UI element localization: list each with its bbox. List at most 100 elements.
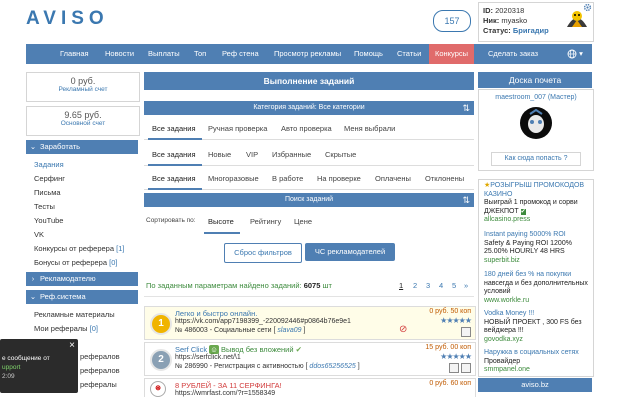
nav-item-help[interactable]: Помощь: [354, 44, 383, 64]
tab-all-tasks-kind[interactable]: Все задания: [152, 150, 196, 159]
tab-hidden[interactable]: Скрытые: [325, 150, 356, 159]
main-balance-value: 9.65 руб.: [64, 110, 102, 120]
sidebar-item-youtube[interactable]: YouTube: [34, 216, 63, 225]
task-info-icon[interactable]: [449, 363, 459, 373]
found-prefix: По заданным параметрам найдено заданий:: [146, 281, 302, 290]
task-row[interactable]: ⊛ 8 РУБЛЕЙ - ЗА 11 СЕРФИНГА! https://wmr…: [144, 378, 476, 397]
page-5[interactable]: 5: [452, 281, 456, 290]
user-info-box: ID: 2020318 Ник: myasko Статус: Бригадир: [478, 2, 594, 42]
tab-paid[interactable]: Оплачены: [375, 174, 411, 183]
tab-on-review[interactable]: На проверке: [317, 174, 361, 183]
tab-rejected[interactable]: Отклонены: [425, 174, 464, 183]
sidebar-item-my-referrals[interactable]: Мои рефералы [0]: [34, 324, 98, 333]
task-title[interactable]: Serf Click ☺ Вывод без вложений ✔: [175, 345, 302, 354]
ad-body: НОВЫЙ ПРОЕКТ , 300 FS без вейджера !!!: [484, 318, 582, 335]
nav-item-contests[interactable]: Конкурсы: [429, 44, 475, 64]
ad-title[interactable]: Instant paying 5000% ROI: [484, 231, 566, 238]
sort-by-price[interactable]: Цене: [294, 217, 312, 226]
tab-manual-check[interactable]: Ручная проверка: [208, 124, 267, 133]
sidebar-item-referrals-a[interactable]: рефералов: [80, 352, 120, 361]
ad-title[interactable]: 180 дней без % на покупки: [484, 271, 571, 278]
tab-vip[interactable]: VIP: [246, 150, 258, 159]
language-globe-icon[interactable]: ▾: [567, 44, 583, 64]
sidebar-item-surfing[interactable]: Серфинг: [34, 174, 65, 183]
sidebar-section-advertiser-label: Рекламодателю: [40, 274, 96, 283]
sidebar-section-ref-system[interactable]: ⌄ Реф.система: [26, 290, 138, 304]
sidebar-section-advertiser[interactable]: › Рекламодателю: [26, 272, 138, 286]
task-title[interactable]: 8 РУБЛЕЙ - ЗА 11 СЕРФИНГА!: [175, 381, 282, 390]
how-to-get-here-link[interactable]: Как сюда попасть ?: [491, 152, 581, 166]
sort-by-height[interactable]: Высоте: [208, 217, 234, 226]
sidebar-item-referrer-bonuses[interactable]: Бонусы от реферера [0]: [34, 258, 117, 267]
tab-in-progress[interactable]: В работе: [272, 174, 303, 183]
sort-toggle-icon[interactable]: ⇅: [462, 193, 470, 207]
referrer-contests-count: [1]: [116, 244, 125, 253]
task-hide-icon[interactable]: [461, 363, 471, 373]
ad-site[interactable]: www.workle.ru: [484, 297, 529, 304]
ad-block[interactable]: ★РОЗЫГРЫШ ПРОМОКОДОВ КАЗИНО Выиграй 1 пр…: [484, 182, 590, 225]
task-info-icon[interactable]: [461, 327, 471, 337]
search-tasks-bar[interactable]: Поиск заданий ⇅: [144, 193, 474, 207]
sidebar-item-tasks[interactable]: Задания: [34, 160, 64, 169]
site-logo[interactable]: AVISO: [26, 8, 109, 30]
tab-reusable[interactable]: Многоразовые: [208, 174, 259, 183]
nav-item-make-order[interactable]: Сделать заказ: [488, 44, 538, 64]
nav-item-top[interactable]: Топ: [194, 44, 206, 64]
task-row[interactable]: 1 Легко и быстро онлайн. https://vk.com/…: [144, 306, 476, 340]
honor-user-avatar[interactable]: [519, 106, 553, 140]
blocked-icon[interactable]: ⊘: [399, 324, 407, 335]
balance-badge-button[interactable]: 157: [433, 10, 471, 32]
nav-item-payouts[interactable]: Выплаты: [148, 44, 180, 64]
task-rank-badge: 2: [150, 349, 172, 371]
ad-site[interactable]: govodka.xyz: [484, 336, 523, 343]
task-author[interactable]: slava09: [277, 327, 301, 334]
page-next[interactable]: »: [464, 281, 468, 290]
sort-toggle-icon[interactable]: ⇅: [462, 101, 470, 115]
tab-all-tasks-check[interactable]: Все задания: [152, 124, 196, 133]
tab-favorites[interactable]: Избранные: [272, 150, 311, 159]
message-toast[interactable]: е сообщение от upport 2:09 ×: [0, 339, 78, 393]
page-2[interactable]: 2: [413, 281, 417, 290]
task-author[interactable]: ddos65256525: [309, 363, 355, 370]
page-1[interactable]: 1: [399, 281, 403, 290]
sidebar-item-tests[interactable]: Тесты: [34, 202, 55, 211]
task-title[interactable]: Легко и быстро онлайн.: [175, 309, 257, 318]
ad-site[interactable]: allcasino.press: [484, 216, 530, 223]
ad-site[interactable]: superbit.biz: [484, 257, 520, 264]
sidebar-item-referrals-c[interactable]: рефералы: [80, 380, 117, 389]
sidebar-section-ref-system-label: Реф.система: [40, 292, 86, 301]
ad-title[interactable]: РОЗЫГРЫШ ПРОМОКОДОВ КАЗИНО: [484, 182, 584, 198]
ad-block[interactable]: Instant paying 5000% ROI Safety & Paying…: [484, 231, 590, 265]
ad-block[interactable]: 180 дней без % на покупки навсегда и без…: [484, 271, 590, 305]
sidebar-item-letters[interactable]: Письма: [34, 188, 61, 197]
tab-all-tasks-status[interactable]: Все задания: [152, 174, 196, 183]
tab-chosen-me[interactable]: Меня выбрали: [344, 124, 395, 133]
settings-gear-icon[interactable]: [583, 3, 592, 12]
nav-item-view-ads[interactable]: Просмотр рекламы: [274, 44, 341, 64]
sidebar-section-earn[interactable]: ⌄ Заработать: [26, 140, 138, 154]
ad-site[interactable]: smmpanel.one: [484, 366, 530, 373]
nav-item-articles[interactable]: Статьи: [397, 44, 421, 64]
ad-title[interactable]: Vodka Money !!!: [484, 310, 534, 317]
tab-new[interactable]: Новые: [208, 150, 231, 159]
reset-filters-button[interactable]: Сброс фильтров: [224, 243, 302, 263]
tab-auto-check[interactable]: Авто проверка: [281, 124, 332, 133]
advertiser-blacklist-button[interactable]: ЧС рекламодателей: [305, 243, 395, 261]
ad-block[interactable]: Наружка в социальных сетях Провайдер smm…: [484, 349, 590, 375]
category-filter-bar[interactable]: Категория заданий: Все категории ⇅: [144, 101, 474, 115]
page-3[interactable]: 3: [426, 281, 430, 290]
sidebar-item-referrer-contests[interactable]: Конкурсы от реферера [1]: [34, 244, 124, 253]
nav-item-ref-wall[interactable]: Реф стена: [222, 44, 259, 64]
page-4[interactable]: 4: [439, 281, 443, 290]
sidebar-item-vk[interactable]: VK: [34, 230, 44, 239]
nav-item-news[interactable]: Новости: [105, 44, 134, 64]
sidebar-item-referrals-b[interactable]: рефералов: [80, 366, 120, 375]
task-row[interactable]: 2 Serf Click ☺ Вывод без вложений ✔ http…: [144, 342, 476, 376]
nav-item-home[interactable]: Главная: [60, 44, 89, 64]
ad-title[interactable]: Наружка в социальных сетях: [484, 349, 579, 356]
honor-user-name[interactable]: maestroom_007 (Мастер): [479, 94, 593, 101]
sort-by-rating[interactable]: Рейтингу: [250, 217, 281, 226]
sidebar-item-ad-materials[interactable]: Рекламные материалы: [34, 310, 115, 319]
close-icon[interactable]: ×: [69, 340, 75, 351]
ad-block[interactable]: Vodka Money !!! НОВЫЙ ПРОЕКТ , 300 FS бе…: [484, 310, 590, 344]
